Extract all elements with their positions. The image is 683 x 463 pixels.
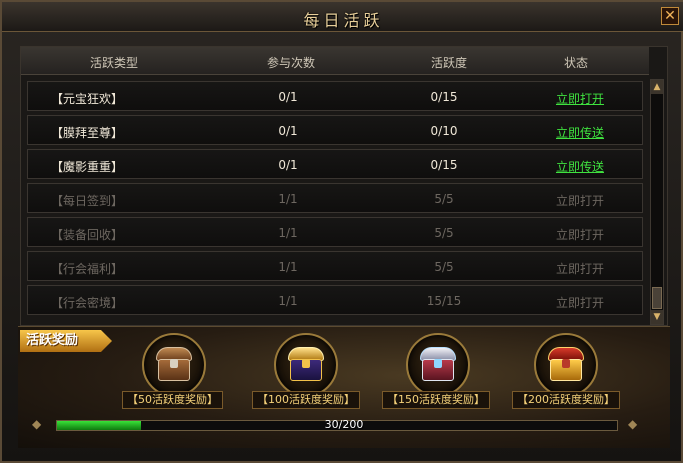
title-bar[interactable]: 每日活跃 ✕ [2, 2, 683, 32]
table-row: 【行会福利】 1/1 5/5 立即打开 [27, 251, 643, 281]
table-row: 【行会密境】 1/1 15/15 立即打开 [27, 285, 643, 315]
activity-list: 【元宝狂欢】 0/1 0/15 立即打开 【膜拜至尊】 0/1 0/10 立即传… [27, 81, 643, 325]
status-link-disabled: 立即打开 [555, 296, 604, 310]
wooden-chest-icon[interactable] [142, 333, 206, 397]
activity-name: 【膜拜至尊】 [50, 126, 123, 140]
progress-text: 30/200 [324, 418, 364, 431]
participation-count: 0/1 [278, 158, 298, 172]
scroll-up-icon[interactable]: ▲ [651, 80, 663, 94]
activity-points: 0/15 [430, 90, 458, 104]
activity-points: 0/10 [430, 124, 458, 138]
table-row: 【膜拜至尊】 0/1 0/10 立即传送 [27, 115, 643, 145]
table-row: 【每日签到】 1/1 5/5 立即打开 [27, 183, 643, 213]
reward-150-label[interactable]: 【150活跃度奖励】 [382, 391, 490, 409]
table-row: 【元宝狂欢】 0/1 0/15 立即打开 [27, 81, 643, 111]
scroll-thumb[interactable] [652, 287, 662, 309]
golden-chest-icon[interactable] [274, 333, 338, 397]
participation-count: 1/1 [278, 260, 298, 274]
activity-points: 0/15 [430, 158, 458, 172]
red-gold-chest-icon[interactable] [534, 333, 598, 397]
activity-table: 活跃类型 参与次数 活跃度 状态 【元宝狂欢】 0/1 0/15 立即打开 【膜… [20, 46, 668, 326]
reward-50-label[interactable]: 【50活跃度奖励】 [122, 391, 223, 409]
participation-count: 1/1 [278, 294, 298, 308]
daily-activity-window: 每日活跃 ✕ 活跃类型 参与次数 活跃度 状态 【元宝狂欢】 0/1 0/15 … [0, 0, 683, 463]
header-status: 状态 [563, 56, 588, 70]
table-header: 活跃类型 参与次数 活跃度 状态 [21, 47, 649, 75]
table-row: 【装备回收】 1/1 5/5 立即打开 [27, 217, 643, 247]
activity-points: 5/5 [434, 260, 454, 274]
participation-count: 1/1 [278, 192, 298, 206]
close-button[interactable]: ✕ [661, 7, 679, 25]
reward-tag: 活跃奖励 [20, 330, 112, 352]
table-row: 【魔影重重】 0/1 0/15 立即传送 [27, 149, 643, 179]
activity-points: 15/15 [426, 294, 462, 308]
participation-count: 1/1 [278, 226, 298, 240]
activity-name: 【元宝狂欢】 [50, 92, 123, 106]
activity-points: 5/5 [434, 226, 454, 240]
status-link[interactable]: 立即传送 [540, 158, 620, 175]
activity-name: 【行会密境】 [50, 296, 123, 310]
participation-count: 0/1 [278, 124, 298, 138]
status-link[interactable]: 立即打开 [540, 90, 620, 107]
silver-chest-icon[interactable] [406, 333, 470, 397]
status-link-disabled: 立即打开 [555, 228, 604, 242]
activity-name: 【装备回收】 [50, 228, 123, 242]
status-link[interactable]: 立即传送 [540, 124, 620, 141]
reward-200-label[interactable]: 【200活跃度奖励】 [512, 391, 620, 409]
status-link-disabled: 立即打开 [555, 194, 604, 208]
participation-count: 0/1 [278, 90, 298, 104]
header-activity-points: 活跃度 [430, 56, 467, 70]
activity-points: 5/5 [434, 192, 454, 206]
header-activity-type: 活跃类型 [89, 56, 138, 70]
status-link-disabled: 立即打开 [555, 262, 604, 276]
activity-name: 【行会福利】 [50, 262, 123, 276]
header-participation: 参与次数 [266, 56, 315, 70]
reward-section: 活跃奖励 【50活跃度奖励】 【100活跃度奖励】 【150活跃度奖励】 【20… [18, 326, 670, 448]
reward-100-label[interactable]: 【100活跃度奖励】 [252, 391, 360, 409]
scroll-down-icon[interactable]: ▼ [651, 310, 663, 324]
activity-name: 【每日签到】 [50, 194, 123, 208]
vertical-scrollbar[interactable]: ▲ ▼ [650, 79, 664, 325]
activity-name: 【魔影重重】 [50, 160, 123, 174]
window-title: 每日活跃 [303, 11, 384, 30]
